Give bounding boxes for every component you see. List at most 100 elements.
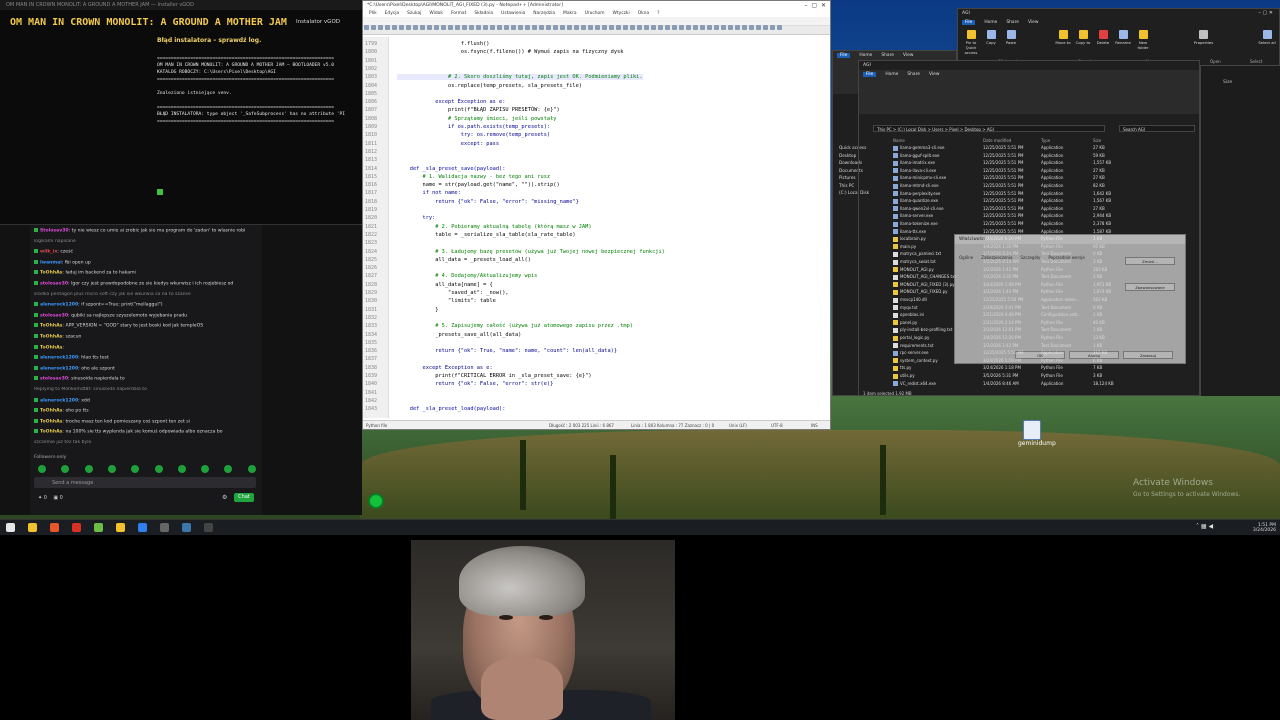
minimize-icon[interactable]: – (1258, 10, 1261, 16)
chat-username[interactable]: ToOhhAs (40, 430, 62, 435)
minimize-icon[interactable]: – (805, 2, 808, 9)
emote-icon[interactable] (177, 465, 186, 473)
menu-item-12[interactable]: ? (657, 11, 659, 16)
ribbon-tab[interactable]: Home (984, 20, 997, 25)
notepad-plus-plus-icon[interactable] (94, 523, 103, 532)
dialog-button[interactable]: Zaawansowane (1125, 283, 1175, 291)
ribbon-tab[interactable]: View (929, 72, 939, 77)
toolbar-button-icon[interactable] (735, 25, 740, 30)
ribbon-tab[interactable]: File (863, 72, 877, 77)
chat-username[interactable]: alenerock1200 (40, 303, 78, 308)
volume-icon[interactable]: ◀ (1209, 523, 1214, 530)
menu-item-3[interactable]: Widok (429, 11, 442, 16)
dialog-button[interactable]: Zmień... (1125, 257, 1175, 265)
close-icon[interactable]: ✕ (821, 2, 826, 9)
ribbon-button[interactable]: Move to (1054, 30, 1072, 45)
terminal-icon[interactable] (204, 523, 213, 532)
emote-icon[interactable] (247, 465, 256, 473)
npp-titlebar[interactable]: *C:\Users\Pixel\Desktop\AGI\MONOLIT_AGI_… (363, 1, 830, 10)
close-icon[interactable]: ✕ (1269, 10, 1273, 16)
nav-item[interactable]: Quick access (859, 145, 866, 150)
ribbon-tab[interactable]: File (962, 20, 976, 25)
ribbon-tab[interactable]: Share (881, 53, 894, 58)
obs-icon[interactable] (160, 523, 169, 532)
emote-icon[interactable] (84, 465, 93, 473)
file-explorer-icon[interactable] (28, 523, 37, 532)
network-icon[interactable]: ▦ (1201, 523, 1207, 530)
chat-username[interactable]: ToOhhAs (40, 335, 62, 340)
ribbon-tab[interactable]: Share (907, 72, 920, 77)
toolbar-button-icon[interactable] (742, 25, 747, 30)
nav-item[interactable]: Pictures (839, 175, 856, 180)
menu-item-1[interactable]: Edycja (385, 11, 399, 16)
chat-username[interactable]: Stolosav30 (40, 229, 69, 234)
toolbar-button-icon[interactable] (714, 25, 719, 30)
ribbon-button[interactable]: Pin to Quick access (962, 30, 980, 55)
toolbar-button-icon[interactable] (721, 25, 726, 30)
menu-item-10[interactable]: Wtyczki (613, 11, 630, 16)
chat-username[interactable]: ToOhhAs (40, 419, 62, 424)
ribbon-button[interactable]: Paste (1002, 30, 1020, 45)
chat-send-button[interactable]: Chat (234, 493, 254, 502)
ribbon-tab[interactable]: Home (859, 53, 872, 58)
ribbon-tab[interactable]: Share (1006, 20, 1019, 25)
chat-input[interactable]: Send a message (34, 477, 256, 488)
taskbar-clock[interactable]: 1:51 PM 3/24/2026 (1250, 523, 1276, 533)
chat-username[interactable]: alenerock1200 (40, 398, 78, 403)
chat-username[interactable]: ToOhhAs (40, 409, 62, 414)
column-header[interactable]: Date modified (983, 138, 1011, 143)
toolbar-button-icon[interactable] (749, 25, 754, 30)
ribbon-button[interactable]: Copy to (1074, 30, 1092, 45)
ribbon-button[interactable]: Delete (1094, 30, 1112, 45)
installer-titlebar[interactable]: OM MAN IN CROWN MONOLIT: A GROUND A MOTH… (0, 0, 362, 10)
menu-item-2[interactable]: Szukaj (407, 11, 421, 16)
address-bar[interactable]: This PC > (C:) Local Disk > Users > Pixe… (873, 125, 1105, 132)
menu-item-8[interactable]: Makra (563, 11, 577, 16)
dialog-button[interactable]: Anuluj (1069, 351, 1119, 359)
chrome-icon[interactable] (72, 523, 81, 532)
menu-item-5[interactable]: Składnia (474, 11, 493, 16)
nav-item[interactable]: Downloads (859, 160, 862, 165)
emote-icon[interactable] (154, 465, 163, 473)
column-header[interactable]: Size (1093, 138, 1101, 143)
maximize-icon[interactable]: ▢ (1262, 10, 1267, 16)
menu-item-0[interactable]: Plik (369, 11, 377, 16)
chat-username[interactable]: stolosav30 (40, 282, 68, 287)
ribbon-tab[interactable]: View (1028, 20, 1038, 25)
brave-icon[interactable] (50, 523, 59, 532)
code-editor[interactable]: 1799 1800 1801 1802 1803 1804 1805 1806 1807 1808… (363, 37, 830, 418)
nav-item[interactable]: This PC (839, 183, 854, 188)
dialog-button[interactable]: Zastosuj (1123, 351, 1173, 359)
chat-username[interactable]: ToOhhAs (40, 271, 62, 276)
python-icon[interactable] (182, 523, 191, 532)
dialog-tab[interactable]: Ogólne (959, 255, 973, 260)
ribbon-button[interactable]: Copy (982, 30, 1000, 45)
dialog-tab[interactable]: Szczegóły (1021, 255, 1041, 260)
toolbar-button-icon[interactable] (693, 25, 698, 30)
ribbon-button[interactable]: Rename (1114, 30, 1132, 45)
nav-item[interactable]: Documents (859, 168, 863, 173)
chevron-up-icon[interactable]: ˄ (1196, 523, 1199, 530)
toolbar-button-icon[interactable] (770, 25, 775, 30)
chat-username[interactable]: stolosav30 (40, 377, 68, 382)
menu-item-4[interactable]: Format (451, 11, 466, 16)
dialog-tab[interactable]: Zabezpieczenia (981, 255, 1012, 260)
menu-item-7[interactable]: Narzędzia (533, 11, 555, 16)
menu-item-11[interactable]: Okna (638, 11, 649, 16)
ribbon-tab[interactable]: Home (885, 72, 898, 77)
search-input[interactable]: Search AGI (1119, 125, 1195, 132)
dialog-button[interactable]: OK (1015, 351, 1065, 359)
emote-icon[interactable] (107, 465, 116, 473)
ribbon-tab[interactable]: View (903, 53, 913, 58)
column-header[interactable]: Type (1041, 138, 1050, 143)
column-header[interactable]: Name (893, 138, 905, 143)
toolbar-button-icon[interactable] (763, 25, 768, 30)
vscode-icon[interactable] (138, 523, 147, 532)
emote-icon[interactable] (38, 465, 46, 473)
chat-username[interactable]: Iwanmai (40, 260, 62, 265)
nav-item[interactable]: (C:) Local Disk (859, 190, 869, 195)
toolbar-button-icon[interactable] (707, 25, 712, 30)
chat-username[interactable]: ToOhhAs (40, 324, 62, 329)
toolbar-button-icon[interactable] (777, 25, 782, 30)
maximize-icon[interactable]: ▢ (811, 2, 817, 9)
